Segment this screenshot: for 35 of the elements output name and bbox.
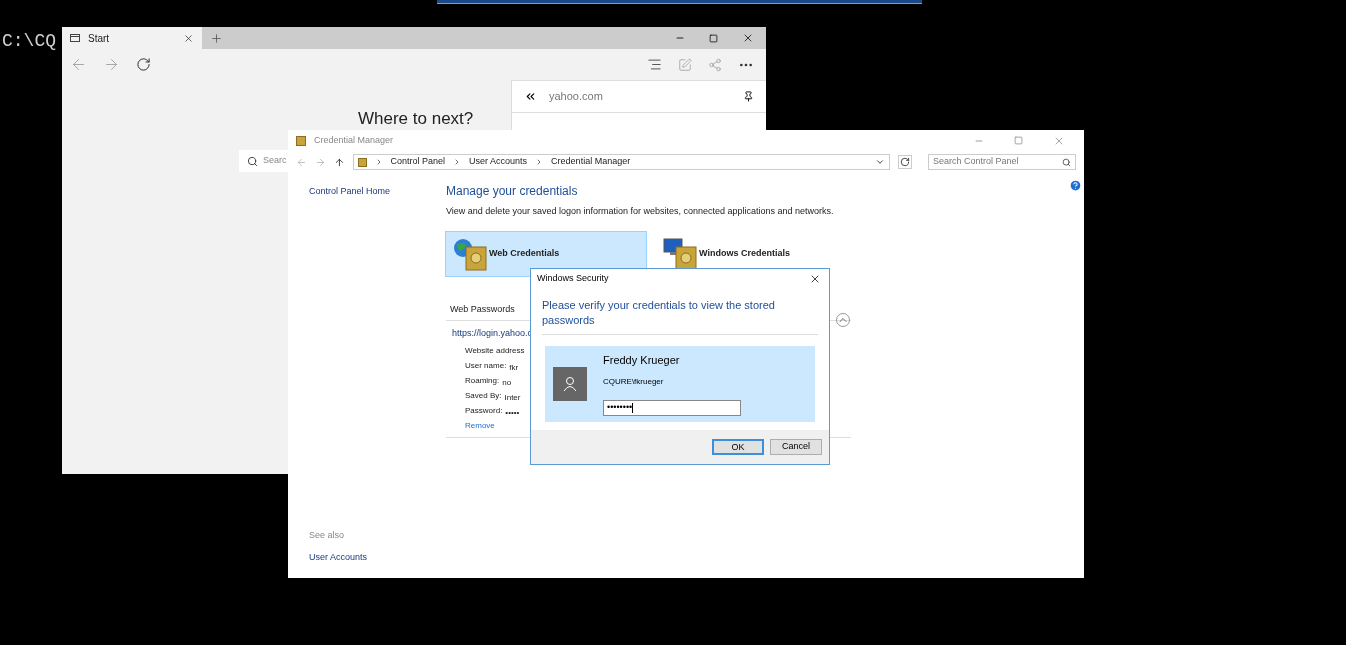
description-text: View and delete your saved logon information for websites, connected applications and networks.	[446, 205, 834, 218]
detail-label: Saved By:	[465, 391, 502, 400]
browser-tab[interactable]: Start	[62, 27, 202, 49]
detail-label: User name:	[465, 361, 507, 370]
password-field[interactable]: ••••••••	[603, 399, 741, 416]
search-field[interactable]: Searc	[239, 150, 288, 172]
detail-label: Website address	[465, 346, 525, 355]
breadcrumb-item[interactable]: Credential Manager	[551, 155, 631, 169]
entry-url[interactable]: https://login.yahoo.c	[452, 327, 533, 341]
window-title: Credential Manager	[314, 133, 395, 147]
detail-value: no	[502, 378, 512, 387]
remove-link[interactable]: Remove	[465, 419, 495, 432]
detail-label: Password:	[465, 406, 503, 415]
section-label: Web Passwords	[450, 302, 515, 316]
account-name: Freddy Krueger	[603, 353, 681, 369]
detail-value: •••••	[505, 408, 520, 417]
account-tile[interactable]: Freddy Krueger CQURE\fkrueger ••••••••	[545, 346, 815, 422]
console-text: C:\CQ	[2, 30, 56, 53]
dialog-button[interactable]: OK	[712, 439, 764, 455]
dialog-button[interactable]: Cancel	[770, 439, 822, 455]
detail-value: fkr	[509, 363, 519, 372]
sidebar-link[interactable]: User Accounts	[309, 550, 425, 564]
sidebar-link[interactable]: Control Panel Home	[309, 185, 425, 199]
page-heading: Manage your credentials	[446, 183, 578, 200]
breadcrumb-item[interactable]: Control Panel	[390, 155, 446, 169]
detail-value: Inter	[504, 393, 521, 402]
account-user: CQURE\fkrueger	[603, 375, 665, 388]
search-field[interactable]: Search Control Panel	[927, 154, 1076, 170]
hub-address: yahoo.com	[549, 89, 604, 105]
breadcrumb-item[interactable]: User Accounts	[469, 155, 528, 169]
detail-label: Roaming:	[465, 376, 500, 385]
page-heading: Where to next?	[358, 108, 474, 130]
address-bar[interactable]: Control Panel User Accounts Credential Manager	[352, 154, 891, 170]
dialog-message: Please verify your credentials to view the stored passwords	[542, 298, 818, 335]
see-also-label: See also	[309, 529, 346, 542]
